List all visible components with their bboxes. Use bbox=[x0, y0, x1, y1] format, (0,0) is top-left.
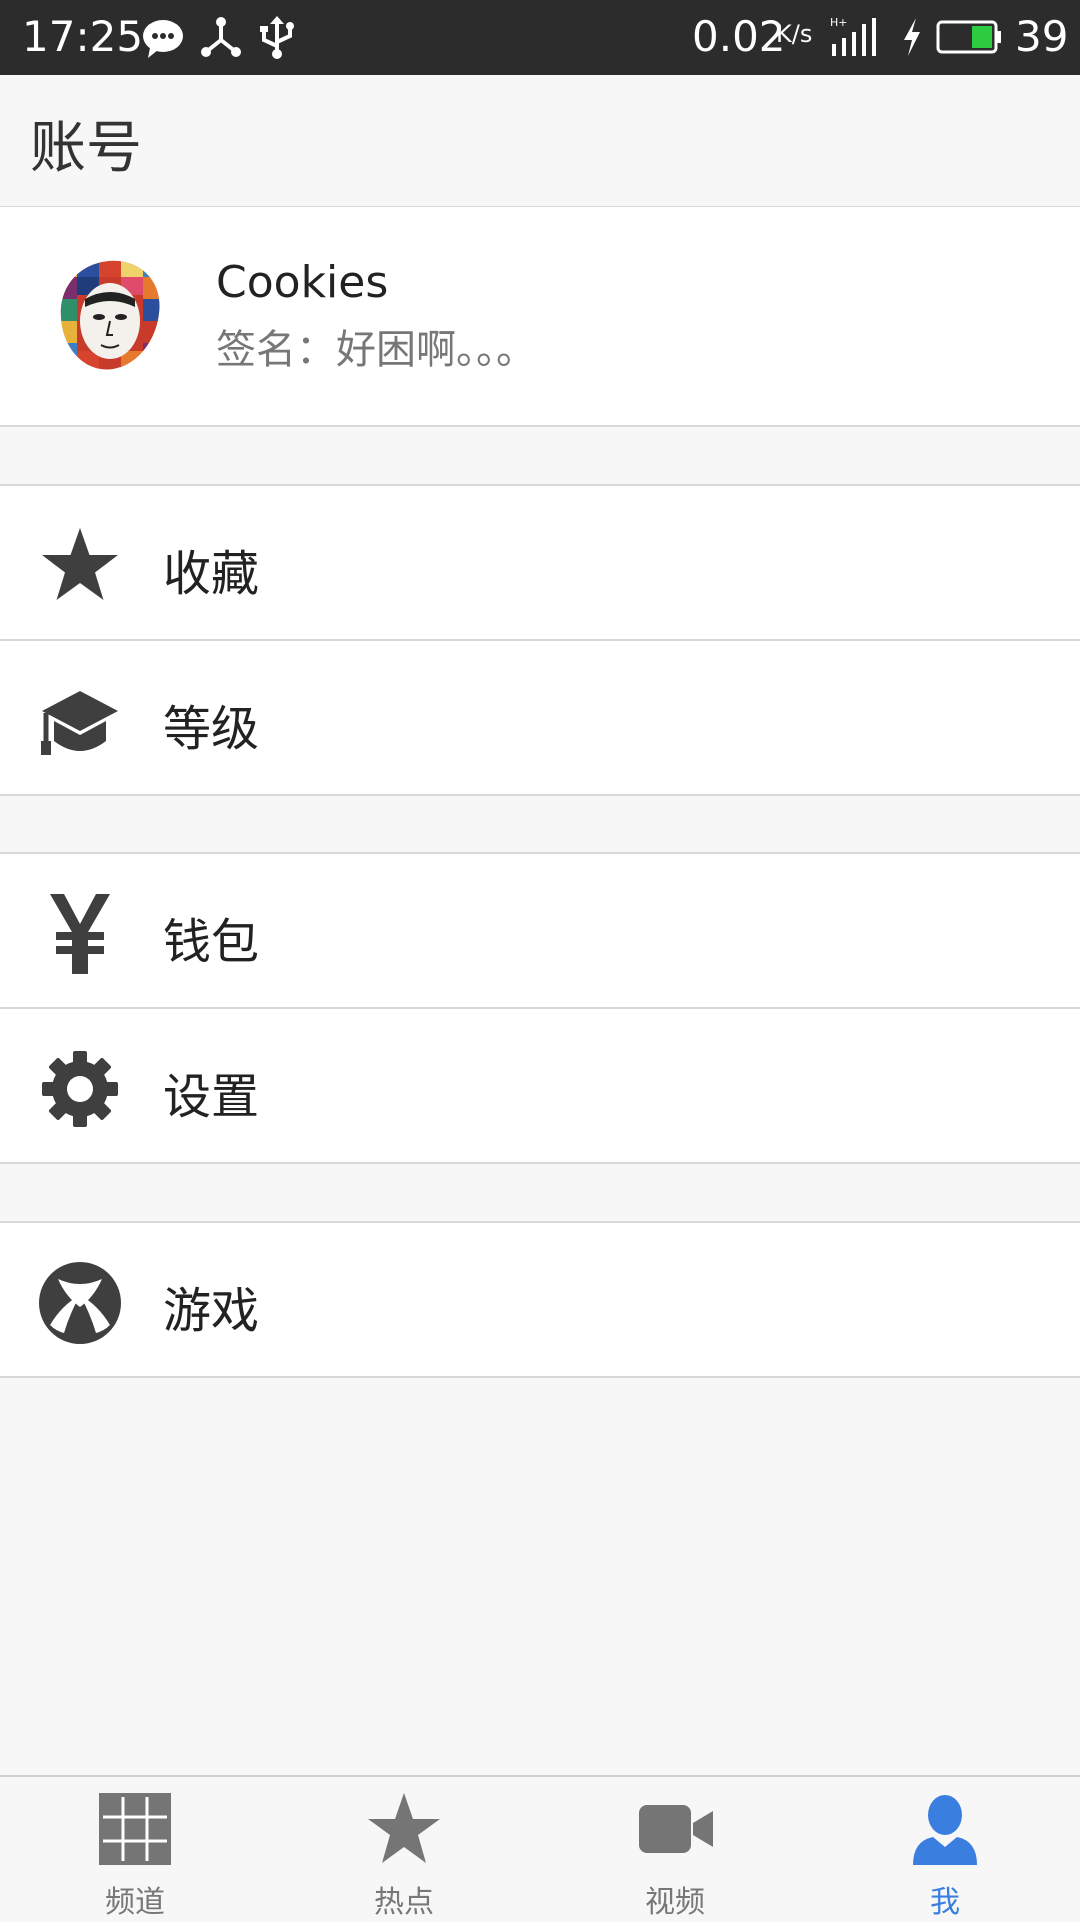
avatar[interactable] bbox=[55, 255, 165, 375]
tab-label-channels: 频道 bbox=[105, 1885, 165, 1920]
page-title: 账号 bbox=[30, 116, 142, 181]
menu-label-games: 游戏 bbox=[163, 1283, 260, 1339]
tab-label-video: 视频 bbox=[645, 1885, 705, 1920]
yen-icon bbox=[50, 894, 110, 974]
menu-item-settings[interactable]: 设置 bbox=[0, 1007, 1080, 1164]
menu-label-level: 等级 bbox=[163, 701, 260, 757]
graduation-cap-icon bbox=[41, 691, 118, 755]
tab-me[interactable]: 我 bbox=[845, 1777, 1045, 1922]
svg-text:H+: H+ bbox=[830, 16, 848, 29]
network-speed-unit: K/s bbox=[776, 20, 813, 48]
usb-icon bbox=[260, 16, 294, 59]
status-bar: 17:25 0.02 K/s H+ 39 bbox=[0, 0, 1080, 75]
charging-icon bbox=[904, 18, 920, 56]
star-icon bbox=[368, 1793, 440, 1863]
battery-icon bbox=[936, 20, 1001, 54]
menu-label-settings: 设置 bbox=[163, 1069, 260, 1125]
profile-card[interactable]: Cookies 签名：好困啊。。。 bbox=[0, 207, 1080, 427]
star-icon bbox=[42, 528, 118, 600]
person-icon bbox=[913, 1795, 977, 1865]
tab-label-hot: 热点 bbox=[374, 1885, 434, 1920]
profile-signature: 签名：好困啊。。。 bbox=[216, 327, 536, 373]
tab-label-me: 我 bbox=[930, 1885, 960, 1920]
battery-level: 39 bbox=[1015, 12, 1069, 61]
network-speed: 0.02 bbox=[692, 12, 786, 61]
network-share-icon bbox=[201, 17, 241, 57]
grid-icon bbox=[99, 1793, 171, 1865]
menu-item-wallet[interactable]: 钱包 bbox=[0, 852, 1080, 1007]
hplus-signal-icon: H+ bbox=[830, 16, 876, 56]
wechat-icon bbox=[143, 20, 183, 58]
header: 账号 bbox=[0, 75, 1080, 208]
menu-item-games[interactable]: 游戏 bbox=[0, 1221, 1080, 1378]
menu-item-favorites[interactable]: 收藏 bbox=[0, 484, 1080, 639]
gear-icon bbox=[42, 1051, 118, 1127]
tab-channels[interactable]: 频道 bbox=[35, 1777, 235, 1922]
profile-name: Cookies bbox=[216, 257, 389, 308]
tab-hot[interactable]: 热点 bbox=[304, 1777, 504, 1922]
xbox-icon bbox=[39, 1262, 121, 1344]
menu-label-wallet: 钱包 bbox=[163, 914, 260, 970]
tab-video[interactable]: 视频 bbox=[575, 1777, 775, 1922]
menu-label-favorites: 收藏 bbox=[163, 546, 260, 602]
bottom-navigation: 频道 热点 视频 我 bbox=[0, 1775, 1080, 1922]
status-time: 17:25 bbox=[22, 12, 144, 61]
video-camera-icon bbox=[639, 1805, 713, 1853]
menu-item-level[interactable]: 等级 bbox=[0, 639, 1080, 796]
